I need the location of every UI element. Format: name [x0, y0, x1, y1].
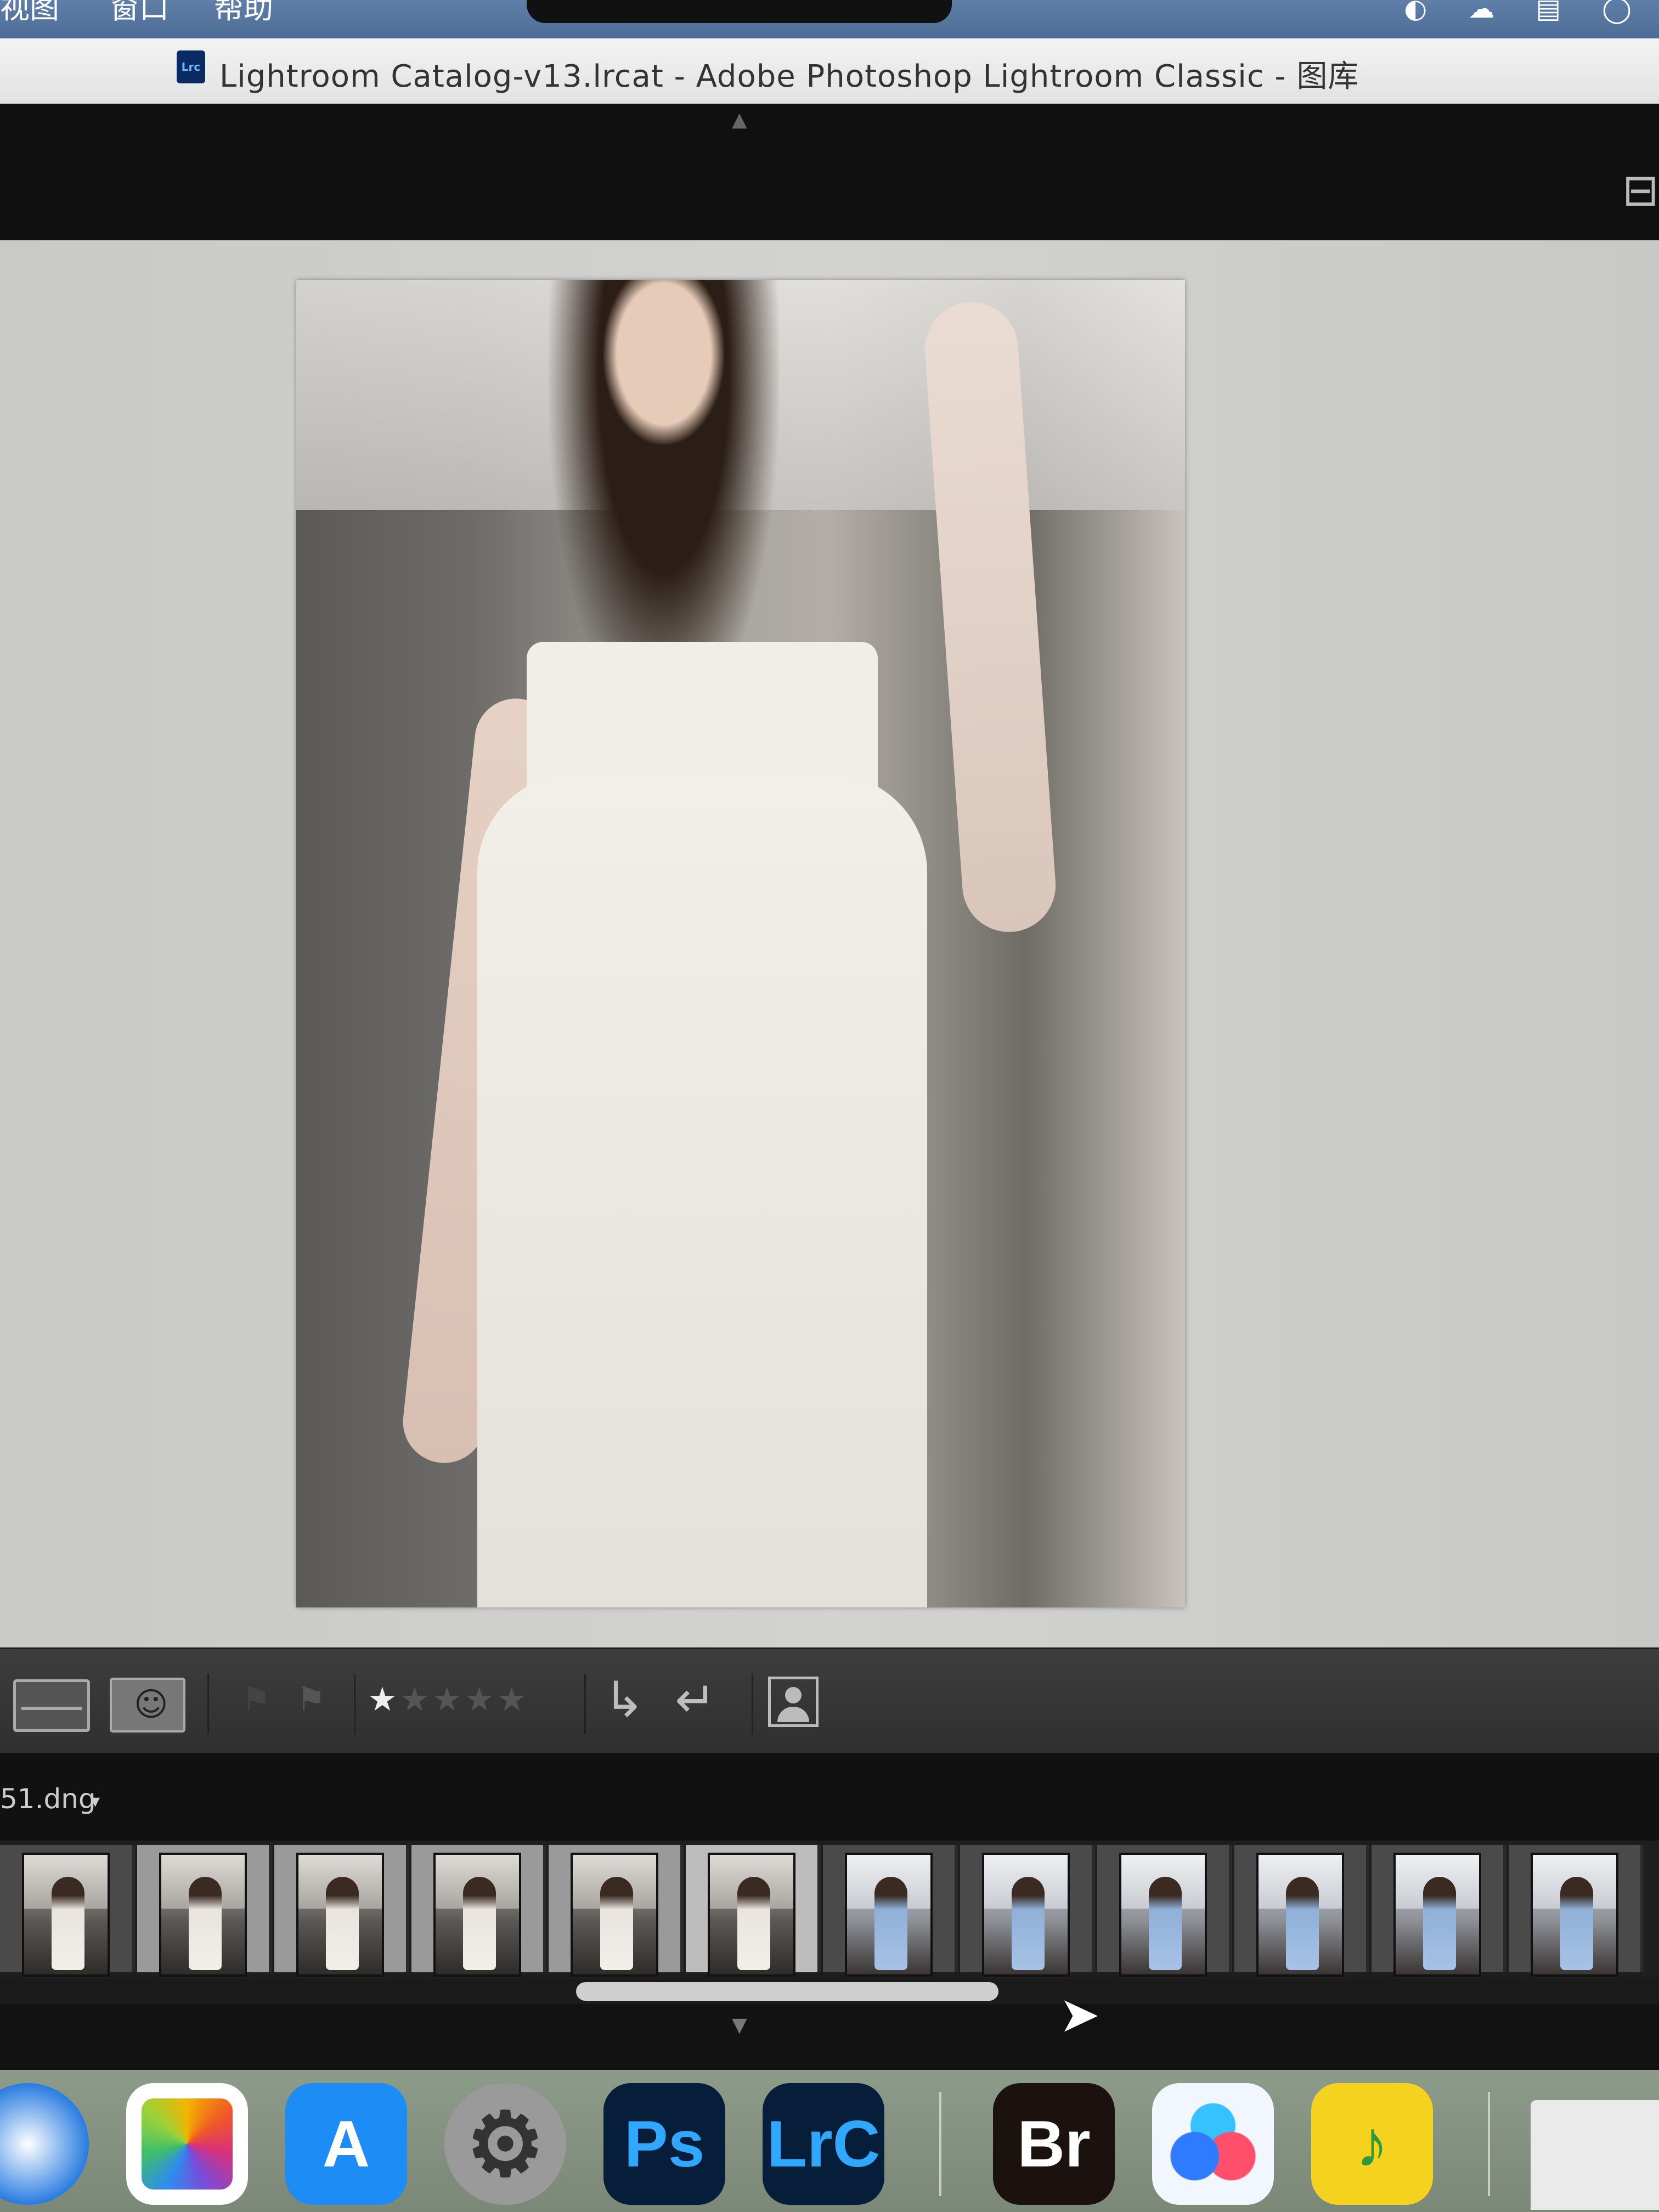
thumbnail-image	[982, 1853, 1070, 1977]
thumbnail-subject	[874, 1877, 907, 1970]
safari-icon[interactable]	[0, 2083, 89, 2205]
flag-reject-icon[interactable]: ⚑	[296, 1683, 326, 1716]
toolbar-divider	[354, 1674, 356, 1734]
thumbnail-image	[1256, 1853, 1344, 1977]
photos-icon[interactable]	[126, 2083, 248, 2205]
lightroom-classic-icon[interactable]: LrC	[763, 2083, 884, 2205]
star-4-icon[interactable]: ★	[465, 1680, 494, 1719]
thumbnail-image	[708, 1853, 795, 1977]
thumbnail-image	[159, 1853, 247, 1977]
photo-white-dress	[477, 774, 927, 1607]
rotate-right-icon[interactable]: ↵	[675, 1675, 716, 1725]
system-settings-icon[interactable]: ⚙	[444, 2083, 566, 2205]
loupe-view[interactable]	[0, 240, 1659, 1647]
star-5-icon[interactable]: ★	[497, 1680, 527, 1719]
menu-window[interactable]: 窗口	[110, 0, 169, 27]
toolbar-divider	[584, 1674, 586, 1734]
camera-notch	[527, 0, 952, 23]
thumbnail-image	[845, 1853, 933, 1977]
window-title: Lightroom Catalog-v13.lrcat - Adobe Phot…	[219, 59, 1359, 94]
filmstrip-thumbnail[interactable]	[960, 1845, 1095, 1977]
people-icon: ☺	[134, 1685, 168, 1724]
dock-separator	[939, 2092, 941, 2196]
thumbnail-subject	[1149, 1877, 1182, 1970]
filmstrip-thumbnail[interactable]	[1097, 1845, 1232, 1977]
thumbnail-subject	[189, 1877, 222, 1970]
filmstrip-scroll-thumb[interactable]	[576, 1982, 998, 2001]
photoshop-icon[interactable]: Ps	[603, 2083, 725, 2205]
thumbnail-image	[571, 1853, 658, 1977]
filmstrip-thumbnail[interactable]	[1234, 1845, 1369, 1977]
star-1-icon[interactable]: ★	[368, 1680, 397, 1719]
filmstrip-header: 51.dng ▾	[0, 1753, 1659, 1841]
thumbnail-image	[433, 1853, 521, 1977]
star-rating[interactable]: ★ ★ ★ ★ ★	[368, 1683, 526, 1716]
filmstrip-thumbnail[interactable]	[823, 1845, 958, 1977]
filmstrip-thumbnail[interactable]	[686, 1845, 821, 1977]
top-panel-collapse-icon[interactable]: ▲	[732, 109, 747, 131]
filmstrip-thumbnail[interactable]	[549, 1845, 684, 1977]
panel-edge-icon[interactable]: ⊟	[1622, 165, 1659, 216]
library-toolbar: ☺ ⚑ ⚑ ★ ★ ★ ★ ★ ↳ ↵	[0, 1647, 1659, 1754]
filename-dropdown-icon[interactable]: ▾	[91, 1790, 100, 1812]
dock-document-thumbnail[interactable]	[1531, 2100, 1659, 2210]
thumbnail-subject	[1560, 1877, 1593, 1970]
menu-help[interactable]: 帮助	[214, 0, 273, 27]
bridge-icon[interactable]: Br	[993, 2083, 1115, 2205]
thumbnail-image	[1119, 1853, 1207, 1977]
app-store-icon[interactable]: A	[285, 2083, 407, 2205]
photo-face	[603, 280, 724, 444]
thumbnail-subject	[1012, 1877, 1045, 1970]
filmstrip-thumbnail[interactable]	[411, 1845, 546, 1977]
filmstrip-thumbnail[interactable]	[0, 1845, 135, 1977]
filmstrip-thumbnail[interactable]	[274, 1845, 409, 1977]
top-panel: ▲ ⊟	[0, 104, 1659, 240]
status-icons[interactable]: ◐ ☁ ▤ ◯	[1404, 0, 1648, 24]
dock-separator	[1488, 2092, 1490, 2196]
rotate-left-icon[interactable]: ↳	[603, 1675, 645, 1725]
toolbar-divider	[207, 1674, 209, 1734]
menu-view[interactable]: 视图	[0, 0, 59, 27]
filmstrip-scrollbar[interactable]	[0, 1978, 1659, 2004]
lightroom-document-icon: Lrc	[177, 50, 205, 83]
filmstrip-thumbnail[interactable]	[137, 1845, 272, 1977]
grid-view-icon[interactable]	[13, 1679, 90, 1732]
thumbnail-image	[22, 1853, 110, 1977]
filmstrip[interactable]	[0, 1841, 1659, 1978]
thumbnail-subject	[600, 1877, 633, 1970]
menu-bar: 视图 窗口 帮助 ◐ ☁ ▤ ◯	[0, 0, 1659, 38]
star-3-icon[interactable]: ★	[432, 1680, 462, 1719]
filmstrip-thumbnail[interactable]	[1372, 1845, 1506, 1977]
mouse-cursor-icon: ➤	[1059, 1986, 1101, 2044]
bottom-panel-collapse-icon[interactable]: ▼	[732, 2014, 747, 2036]
face-region-icon[interactable]	[768, 1677, 819, 1727]
star-2-icon[interactable]: ★	[400, 1680, 430, 1719]
current-filename[interactable]: 51.dng	[0, 1783, 96, 1815]
window-title-bar: Lrc Lightroom Catalog-v13.lrcat - Adobe …	[0, 38, 1659, 104]
thumbnail-image	[296, 1853, 384, 1977]
toolbar-divider	[752, 1674, 753, 1734]
flag-pick-icon[interactable]: ⚑	[241, 1683, 271, 1716]
baidu-netdisk-icon[interactable]	[1152, 2083, 1274, 2205]
thumbnail-image	[1531, 1853, 1618, 1977]
main-photo-preview[interactable]	[296, 280, 1185, 1607]
bottom-panel: ▼	[0, 2004, 1659, 2070]
thumbnail-subject	[52, 1877, 84, 1970]
thumbnail-subject	[463, 1877, 496, 1970]
thumbnail-image	[1393, 1853, 1481, 1977]
thumbnail-subject	[1286, 1877, 1319, 1970]
qq-music-icon[interactable]: ♪	[1311, 2083, 1433, 2205]
thumbnail-subject	[737, 1877, 770, 1970]
thumbnail-subject	[1423, 1877, 1456, 1970]
thumbnail-subject	[326, 1877, 359, 1970]
dock: A ⚙ Ps LrC Br ♪	[0, 2070, 1659, 2212]
filmstrip-thumbnail[interactable]	[1509, 1845, 1644, 1977]
people-view-button[interactable]: ☺	[110, 1678, 185, 1733]
